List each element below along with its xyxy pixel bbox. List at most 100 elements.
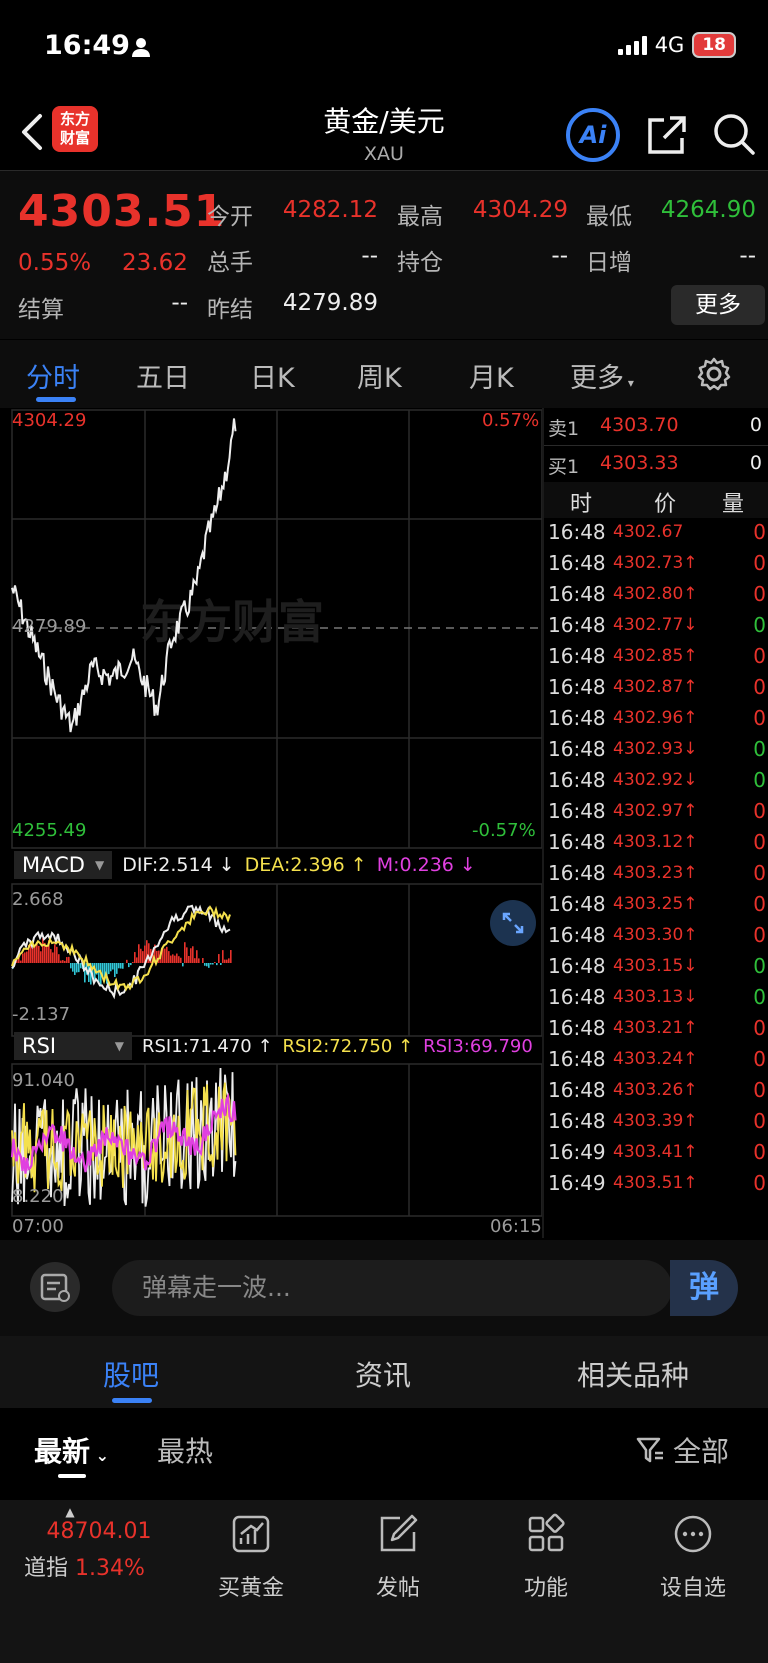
- macd-bar: [122, 963, 124, 969]
- tick-row: 16:48 4303.24↑ 0: [548, 1047, 768, 1080]
- network-label: 4G: [654, 33, 685, 57]
- tick-price: 4303.41↑: [613, 1142, 698, 1162]
- label-prev-settlement: 昨结: [207, 297, 253, 323]
- gear-icon[interactable]: [696, 356, 732, 392]
- tick-time: 16:48: [548, 923, 606, 947]
- tab-daily-k[interactable]: 日K: [250, 356, 295, 395]
- filter-icon: [636, 1437, 663, 1463]
- label-open: 今开: [207, 204, 253, 230]
- change-percent: 0.55%: [18, 250, 92, 276]
- macd-bar: [194, 958, 196, 963]
- tick-time: 16:48: [548, 613, 606, 637]
- tick-row: 16:48 4302.97↑ 0: [548, 799, 768, 832]
- index-ticker[interactable]: ▲ 48704.01 道指 1.34%: [24, 1505, 174, 1582]
- ai-button[interactable]: Ai: [566, 108, 620, 162]
- danmu-settings-button[interactable]: [30, 1262, 80, 1312]
- tick-volume: 0: [753, 582, 766, 606]
- tick-volume: 0: [753, 1171, 766, 1195]
- tick-price: 4302.67: [613, 522, 684, 542]
- buy-volume: 0: [749, 452, 762, 474]
- tick-volume: 0: [753, 1140, 766, 1164]
- value-settlement: --: [171, 290, 188, 316]
- tick-volume: 0: [753, 551, 766, 575]
- more-button[interactable]: 更多: [671, 285, 765, 325]
- x-axis-end: 06:15: [490, 1216, 542, 1237]
- tab-more[interactable]: 更多 ▾: [570, 356, 634, 395]
- tick-row: 16:48 4303.23↑ 0: [548, 861, 768, 894]
- value-prev-settlement: 4279.89: [282, 290, 378, 316]
- macd-bar: [226, 959, 228, 963]
- up-arrow-icon: ▲: [65, 1505, 75, 1519]
- value-high: 4304.29: [472, 197, 568, 223]
- watermark: 东方财富: [140, 595, 324, 649]
- macd-bar: [210, 963, 212, 965]
- tick-volume: 0: [753, 768, 766, 792]
- macd-bar: [74, 963, 76, 975]
- filter-all[interactable]: 全部: [635, 1430, 729, 1470]
- macd-bar: [70, 963, 72, 969]
- tick-price: 4303.51↑: [613, 1173, 698, 1193]
- header-time: 时: [570, 492, 593, 517]
- macd-bar: [112, 963, 114, 970]
- tab-intraday[interactable]: 分时: [26, 356, 80, 395]
- tick-row: 16:49 4303.51↑ 0: [548, 1171, 768, 1204]
- tick-volume: 0: [753, 923, 766, 947]
- macd-legend: MACD ▼ DIF:2.514 ↓ DEA:2.396 ↑ M:0.236 ↓: [14, 850, 476, 880]
- tick-volume: 0: [753, 644, 766, 668]
- grid-icon: [528, 1513, 565, 1552]
- tick-volume: 0: [753, 520, 766, 544]
- nav-post[interactable]: 发帖: [343, 1512, 453, 1602]
- nav-functions[interactable]: 功能: [491, 1512, 601, 1602]
- filter-latest[interactable]: 最新 ⌄: [34, 1430, 109, 1470]
- sell-row: 卖1 4303.70 0: [548, 414, 768, 444]
- nav-buy-gold[interactable]: 买黄金: [196, 1512, 306, 1602]
- macd-bar: [46, 945, 48, 963]
- index-value: 48704.01: [46, 1519, 152, 1544]
- share-icon[interactable]: [646, 114, 688, 156]
- macd-bar: [212, 963, 214, 965]
- value-open-interest: --: [551, 243, 568, 269]
- macd-bar: [130, 963, 132, 966]
- search-icon[interactable]: [712, 112, 756, 156]
- macd-bar: [142, 951, 144, 963]
- label-settlement: 结算: [18, 297, 64, 323]
- tick-volume: 0: [753, 675, 766, 699]
- filter-hot[interactable]: 最热: [157, 1430, 213, 1470]
- tick-volume: 0: [753, 1078, 766, 1102]
- rsi-axis-top: 91.040: [12, 1070, 75, 1091]
- tick-volume: 0: [753, 737, 766, 761]
- tab-related[interactable]: 相关品种: [577, 1354, 689, 1394]
- tab-five-day[interactable]: 五日: [136, 356, 190, 395]
- tick-price: 4302.96↑: [613, 708, 698, 728]
- tab-monthly-k[interactable]: 月K: [469, 356, 514, 395]
- tick-row: 16:48 4303.15↓ 0: [548, 954, 768, 987]
- macd-selector[interactable]: MACD ▼: [14, 851, 113, 879]
- danmu-toggle-button[interactable]: 弹: [670, 1260, 738, 1316]
- tick-price: 4302.92↓: [613, 770, 698, 790]
- tick-price: 4302.93↓: [613, 739, 698, 759]
- rsi-selector[interactable]: RSI ▼: [14, 1032, 132, 1060]
- tick-price: 4302.80↑: [613, 584, 698, 604]
- danmu-input[interactable]: 弹幕走一波...: [112, 1260, 672, 1316]
- macd-bar: [62, 960, 64, 963]
- tick-volume: 0: [753, 892, 766, 916]
- tick-row: 16:48 4302.92↓ 0: [548, 768, 768, 801]
- edit-icon: [380, 1514, 418, 1552]
- tab-news[interactable]: 资讯: [355, 1354, 411, 1394]
- filter-all-label: 全部: [673, 1435, 730, 1468]
- macd-bar: [136, 957, 138, 963]
- tab-weekly-k[interactable]: 周K: [357, 356, 402, 395]
- macd-bar: [98, 963, 100, 984]
- macd-bar: [180, 957, 182, 963]
- danmu-settings-icon: [40, 1273, 70, 1302]
- tick-time: 16:48: [548, 551, 606, 575]
- nav-add-watchlist[interactable]: 设自选: [638, 1512, 748, 1602]
- index-percent: 1.34%: [75, 1556, 145, 1581]
- header-volume: 量: [722, 492, 745, 517]
- tick-row: 16:48 4302.85↑ 0: [548, 644, 768, 677]
- fullscreen-button[interactable]: [490, 900, 536, 946]
- macd-bar: [110, 963, 112, 972]
- tick-row: 16:48 4303.13↓ 0: [548, 985, 768, 1018]
- tab-forum[interactable]: 股吧: [103, 1354, 159, 1394]
- rsi2-value: RSI2:72.750 ↑: [282, 1035, 414, 1057]
